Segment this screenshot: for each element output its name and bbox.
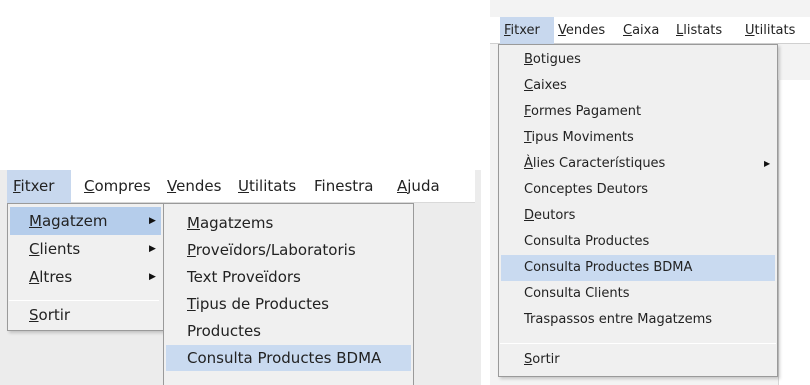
submenu-item-label: Productes <box>187 322 261 340</box>
fitxer-dropdown-menu: Botigues Caixes Formes Pagament Tipus Mo… <box>498 44 778 377</box>
submenu-item-label: Magatzems <box>187 214 274 232</box>
submenu-item-label: Consulta Productes BDMA <box>187 349 382 367</box>
menu-item-formes-pagament[interactable]: Formes Pagament <box>501 99 775 125</box>
submenu-item-label: Tipus de Productes <box>187 295 329 313</box>
menu-item-deutors[interactable]: Deutors <box>501 203 775 229</box>
menu-item-consulta-productes[interactable]: Consulta Productes <box>501 229 775 255</box>
submenu-item-productes[interactable]: Productes <box>166 318 411 344</box>
menu-item-traspassos[interactable]: Traspassos entre Magatzems <box>501 307 775 333</box>
submenu-item-consulta-productes-bdma[interactable]: Consulta Productes BDMA <box>166 345 411 371</box>
menu-item-alies-caracteristiques[interactable]: Àlies Característiques ▶ <box>501 151 775 177</box>
menu-item-label: Tipus Moviments <box>524 130 634 145</box>
menu-item-label: Sortir <box>29 306 71 324</box>
submenu-item-label: Text Proveïdors <box>187 268 301 286</box>
menu-item-tipus-moviments[interactable]: Tipus Moviments <box>501 125 775 151</box>
right-menu-bar: Fitxer Vendes Caixa Llistats Utilitats <box>490 17 810 44</box>
submenu-arrow-icon: ▶ <box>764 159 771 168</box>
submenu-item-magatzems[interactable]: Magatzems <box>166 210 411 236</box>
menu-item-label: Sortir <box>524 352 560 367</box>
menu-item-label: Conceptes Deutors <box>524 182 649 197</box>
menu-item-caixes[interactable]: Caixes <box>501 73 775 99</box>
menu-item-label: Consulta Productes <box>524 234 650 249</box>
menu-item-label: Consulta Productes BDMA <box>524 260 693 275</box>
menu-item-conceptes-deutors[interactable]: Conceptes Deutors <box>501 177 775 203</box>
menu-item-clients[interactable]: Clients ▶ <box>10 235 161 263</box>
menu-ajuda[interactable]: Ajuda <box>397 170 440 203</box>
menu-item-label: Caixes <box>524 78 567 93</box>
menu-item-label: Àlies Característiques <box>524 156 666 171</box>
menu-finestra[interactable]: Finestra <box>314 170 374 203</box>
menu-item-consulta-productes-bdma[interactable]: Consulta Productes BDMA <box>501 255 775 281</box>
menu-vendes[interactable]: Vendes <box>167 170 221 203</box>
submenu-item-proveidors[interactable]: Proveïdors/Laboratoris <box>166 237 411 263</box>
menu-item-consulta-clients[interactable]: Consulta Clients <box>501 281 775 307</box>
menu-item-sortir[interactable]: Sortir <box>501 347 775 373</box>
menu-item-label: Altres <box>29 268 73 286</box>
menu-vendes[interactable]: Vendes <box>558 17 605 44</box>
menu-item-label: Traspassos entre Magatzems <box>524 312 713 327</box>
menu-item-sortir[interactable]: Sortir <box>10 301 161 329</box>
submenu-item-tipus-productes[interactable]: Tipus de Productes <box>166 291 411 317</box>
menu-item-botigues[interactable]: Botigues <box>501 47 775 73</box>
menu-item-magatzem[interactable]: Magatzem ▶ <box>10 207 161 235</box>
window-content-area <box>778 80 810 385</box>
magatzem-submenu: Magatzems Proveïdors/Laboratoris Text Pr… <box>163 203 414 385</box>
menu-separator <box>9 300 159 301</box>
menu-item-label: Magatzem <box>29 212 108 230</box>
menu-fitxer[interactable]: Fitxer <box>500 17 554 44</box>
menu-item-label: Deutors <box>524 208 576 223</box>
menu-item-label: Consulta Clients <box>524 286 630 301</box>
left-menu-bar: Fitxer Compres Vendes Utilitats Finestra… <box>7 170 475 203</box>
submenu-arrow-icon: ▶ <box>149 216 156 226</box>
menu-fitxer[interactable]: Fitxer <box>7 170 71 203</box>
submenu-item-text-proveidors[interactable]: Text Proveïdors <box>166 264 411 290</box>
menu-caixa[interactable]: Caixa <box>623 17 659 44</box>
submenu-arrow-icon: ▶ <box>149 272 156 282</box>
menu-compres[interactable]: Compres <box>84 170 151 203</box>
fitxer-dropdown-menu: Magatzem ▶ Clients ▶ Altres ▶ Sortir <box>7 203 164 331</box>
menu-item-label: Clients <box>29 240 81 258</box>
menu-item-label: Formes Pagament <box>524 104 642 119</box>
submenu-arrow-icon: ▶ <box>149 244 156 254</box>
menu-item-label: Botigues <box>524 52 581 67</box>
menu-item-altres[interactable]: Altres ▶ <box>10 263 161 291</box>
menu-utilitats[interactable]: Utilitats <box>238 170 296 203</box>
menu-utilitats[interactable]: Utilitats <box>745 17 795 44</box>
menu-separator <box>500 343 776 344</box>
submenu-item-label: Proveïdors/Laboratoris <box>187 241 356 259</box>
menu-llistats[interactable]: Llistats <box>676 17 722 44</box>
